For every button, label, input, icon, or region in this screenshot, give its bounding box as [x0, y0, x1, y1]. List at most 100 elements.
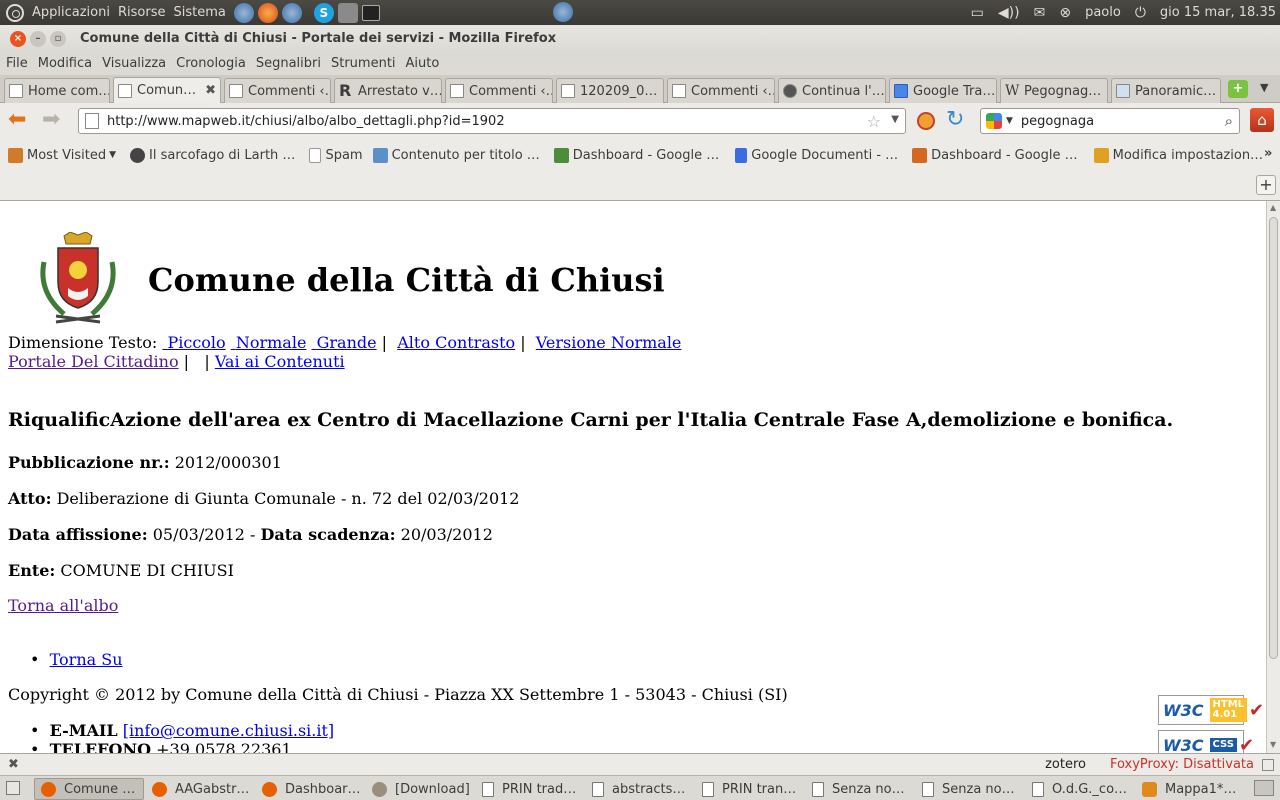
menu-strumenti[interactable]: Strumenti [331, 56, 396, 71]
show-desktop-icon[interactable] [6, 781, 20, 795]
scroll-up-icon[interactable]: ▲ [1270, 203, 1276, 212]
text-size-normal-link[interactable]: Normale [231, 333, 307, 352]
network-globe-icon[interactable] [553, 2, 573, 22]
user-name[interactable]: paolo [1085, 5, 1121, 20]
close-addon-bar-icon[interactable]: ✖ [8, 757, 19, 772]
trash-icon[interactable] [1254, 780, 1274, 796]
text-size-small-link[interactable]: Piccolo [162, 333, 225, 352]
taskbar-item-7[interactable]: PRIN tran… [696, 778, 804, 800]
display-icon[interactable]: ▭ [971, 5, 984, 21]
tab-7[interactable]: Commenti ‹… [667, 78, 775, 103]
bookmarks-overflow-chevron-icon[interactable]: » [1264, 146, 1272, 161]
back-arrow-icon[interactable]: ⬅ [8, 108, 26, 132]
tab-close-icon[interactable]: ✖ [205, 83, 216, 98]
tab-8[interactable]: Continua l'… [778, 78, 886, 103]
tab-5[interactable]: Commenti ‹… [445, 78, 553, 103]
taskbar-item-2[interactable]: AAGabstr… [146, 778, 254, 800]
taskbar-item-11[interactable]: Mappa1*… [1136, 778, 1246, 800]
menu-cronologia[interactable]: Cronologia [176, 56, 246, 71]
tab-1[interactable]: Home com… [4, 78, 110, 103]
email-link[interactable]: [info@comune.chiusi.si.it] [123, 721, 334, 740]
taskbar-item-5[interactable]: PRIN trad… [476, 778, 584, 800]
tab-11[interactable]: Panoramic… [1111, 78, 1221, 103]
chromium-launcher-icon[interactable] [233, 2, 254, 23]
menu-file[interactable]: File [6, 56, 28, 71]
status-offline-icon[interactable]: ⊗ [1059, 5, 1071, 21]
url-text[interactable]: http://www.mapweb.it/chiusi/albo/albo_de… [107, 114, 505, 129]
firefox-launcher-icon[interactable] [257, 2, 278, 23]
tab-3[interactable]: Commenti ‹… [224, 78, 331, 103]
back-to-top-link[interactable]: Torna Su [50, 650, 123, 669]
tab-list-chevron-down-icon[interactable]: ▼ [1260, 81, 1268, 94]
menu-modifica[interactable]: Modifica [38, 56, 92, 71]
menu-visualizza[interactable]: Visualizza [102, 56, 166, 71]
url-history-chevron-down-icon[interactable]: ▼ [891, 114, 899, 125]
power-icon[interactable]: ⏻ [1135, 5, 1146, 21]
scroll-down-icon[interactable]: ▼ [1270, 740, 1276, 749]
text-size-large-link[interactable]: Grande [312, 333, 377, 352]
taskbar-item-1[interactable]: Comune … [34, 778, 144, 800]
taskbar-item-6[interactable]: abstracts… [586, 778, 694, 800]
menu-risorse[interactable]: Risorse [118, 5, 166, 20]
forward-arrow-icon[interactable]: ➡ [42, 108, 60, 132]
skip-to-content-link[interactable]: Vai ai Contenuti [215, 352, 345, 371]
bookmark-modifica-impostazioni[interactable]: Modifica impostazion… [1093, 147, 1263, 163]
scrollbar-thumb[interactable] [1269, 217, 1278, 659]
taskbar-item-10[interactable]: O.d.G._co… [1026, 778, 1134, 800]
engine-chevron-down-icon[interactable]: ▼ [1006, 116, 1013, 126]
bookmark-spam[interactable]: Spam [309, 147, 363, 163]
mail-icon[interactable]: ✉ [1034, 5, 1046, 21]
resize-grip-icon[interactable] [1262, 758, 1274, 771]
clock[interactable]: gio 15 mar, 18.35 [1160, 5, 1276, 20]
bookmark-dashboard-google-2[interactable]: Dashboard - Google … [912, 147, 1078, 163]
url-bar[interactable]: http://www.mapweb.it/chiusi/albo/albo_de… [78, 108, 906, 134]
search-text[interactable]: pegognaga [1021, 114, 1094, 129]
google-engine-icon[interactable] [986, 113, 1002, 129]
menu-sistema[interactable]: Sistema [173, 5, 225, 20]
tab-10[interactable]: W Pegognag… [1000, 78, 1108, 103]
bookmark-star-icon[interactable]: ☆ [867, 112, 881, 131]
terminal-launcher-icon[interactable] [361, 4, 380, 21]
menu-segnalibri[interactable]: Segnalibri [256, 56, 321, 71]
volume-icon[interactable]: ◀)) [998, 5, 1020, 21]
zotero-button[interactable]: zotero [1045, 757, 1086, 772]
high-contrast-link[interactable]: Alto Contrasto [397, 333, 515, 352]
tab-9[interactable]: Google Tra… [889, 78, 997, 103]
normal-version-link[interactable]: Versione Normale [536, 333, 682, 352]
citizen-portal-link[interactable]: Portale Del Cittadino [8, 352, 179, 371]
bookmark-sarcofago[interactable]: Il sarcofago di Larth … [130, 147, 295, 163]
reload-icon[interactable]: ↻ [946, 108, 964, 132]
home-icon[interactable]: ⌂ [1250, 108, 1274, 132]
page-scrollbar[interactable]: ▲ ▼ [1266, 201, 1280, 753]
bookmark-most-visited[interactable]: Most Visited ▼ [8, 147, 116, 163]
taskbar-item-3[interactable]: Dashboar… [256, 778, 364, 800]
tab-2-active[interactable]: Comun… ✖ [113, 77, 221, 103]
noscript-blocked-icon[interactable] [917, 112, 935, 130]
search-magnifier-icon[interactable]: ⌕ [1225, 112, 1233, 130]
page-identity-icon[interactable] [85, 113, 99, 129]
foxyproxy-status[interactable]: FoxyProxy: Disattivata [1110, 757, 1254, 772]
menu-aiuto[interactable]: Aiuto [406, 56, 440, 71]
new-tab-plus-icon[interactable]: + [1228, 80, 1248, 98]
settings-launcher-icon[interactable] [337, 2, 358, 23]
w3c-css-badge[interactable]: W3C CSS ✔ [1158, 730, 1254, 753]
add-toolbar-plus-icon[interactable]: + [1256, 175, 1276, 195]
w3c-html-badge[interactable]: W3C HTML 4.01 ✔ [1158, 695, 1264, 725]
window-maximize-button[interactable]: ▫ [50, 30, 66, 47]
bookmark-dashboard-google-1[interactable]: Dashboard - Google … [553, 147, 719, 163]
back-to-albo-link[interactable]: Torna all'albo [8, 596, 118, 615]
web-browser-launcher-icon[interactable] [281, 2, 302, 23]
taskbar-item-4[interactable]: [Download] [366, 778, 474, 800]
ubuntu-logo-icon[interactable] [6, 3, 24, 22]
taskbar-item-8[interactable]: Senza no… [806, 778, 914, 800]
taskbar-item-9[interactable]: Senza no… [916, 778, 1024, 800]
tab-4[interactable]: R Arrestato v… [334, 78, 442, 103]
skype-launcher-icon[interactable]: S [313, 2, 334, 23]
window-close-button[interactable]: × [10, 30, 26, 47]
bookmark-contenuto[interactable]: Contenuto per titolo … [372, 147, 540, 163]
bookmark-google-documenti[interactable]: Google Documenti - … [735, 147, 898, 163]
window-minimize-button[interactable]: – [30, 30, 46, 47]
search-bar[interactable]: ▼ pegognaga ⌕ [980, 108, 1240, 134]
menu-applicazioni[interactable]: Applicazioni [32, 5, 110, 20]
tab-6[interactable]: 120209_0… [556, 78, 664, 103]
